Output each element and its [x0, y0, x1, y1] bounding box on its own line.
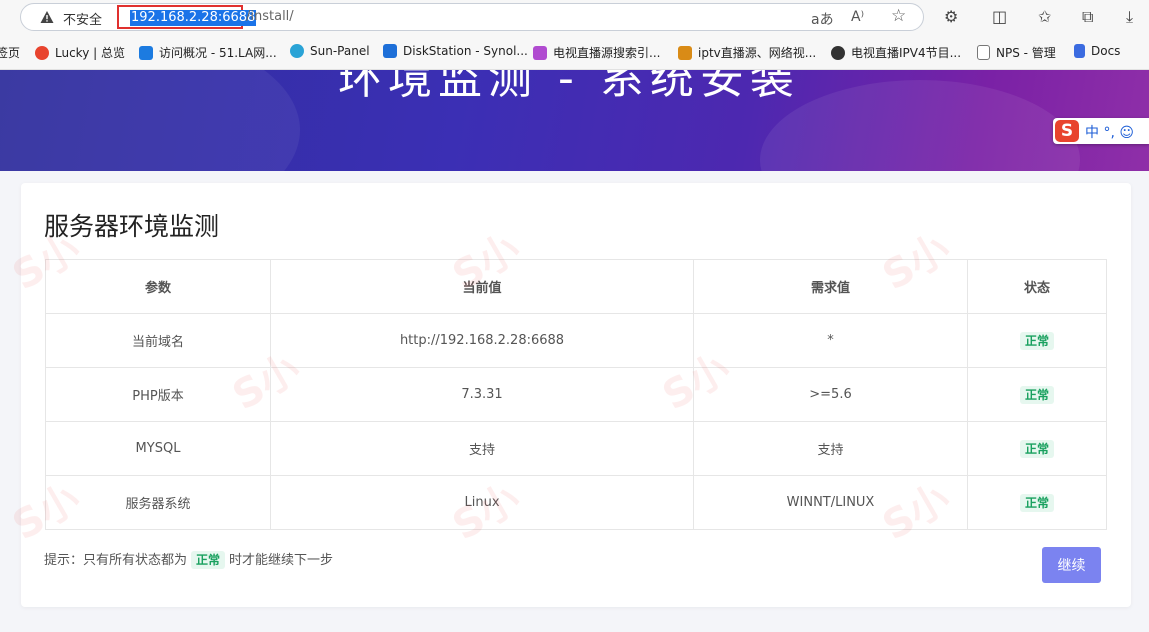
collections-icon[interactable]: ⧉: [1082, 7, 1093, 27]
bookmark-item[interactable]: Sun-Panel: [290, 44, 370, 62]
tv-search-icon: [533, 46, 547, 60]
table-row: MYSQL 支持 支持 正常: [45, 421, 1107, 476]
cell-current: 7.3.31: [270, 367, 694, 422]
status-badge: 正常: [191, 551, 226, 569]
bookmarks-bar: 签页 Lucky | 总览 访问概况 - 51.LA网... Sun-Panel…: [0, 36, 1149, 70]
table-row: 当前域名 http://192.168.2.28:6688 * 正常: [45, 313, 1107, 368]
ime-toolbar[interactable]: S 中 °, ☺: [1053, 118, 1149, 144]
bookmark-item[interactable]: 访问概况 - 51.LA网...: [139, 44, 277, 62]
table-row: 服务器系统 Linux WINNT/LINUX 正常: [45, 475, 1107, 530]
cell-status: 正常: [967, 313, 1107, 368]
table-row: PHP版本 7.3.31 >=5.6 正常: [45, 367, 1107, 422]
lucky-icon: [35, 46, 49, 60]
url-host-highlight: 192.168.2.28:6688: [117, 5, 257, 29]
col-header-required: 需求值: [693, 259, 968, 314]
hero-banner: 环境监测 - 系统安装 S 中 °, ☺: [0, 70, 1149, 171]
cell-status: 正常: [967, 367, 1107, 422]
sun-panel-icon: [290, 44, 304, 58]
iptv-icon: [678, 46, 692, 60]
cell-param: PHP版本: [45, 367, 271, 422]
hero-decoration: [0, 70, 300, 171]
panda-icon: [831, 46, 845, 60]
sogou-ime-icon[interactable]: S: [1055, 120, 1079, 142]
page-title: 服务器环境监测: [44, 212, 220, 241]
insecure-label[interactable]: 不安全: [63, 9, 102, 28]
bookmark-item[interactable]: 签页: [0, 44, 20, 62]
browser-address-strip: 不安全 192.168.2.28:6688 /install/ aあ A⁾ ☆ …: [0, 0, 1149, 36]
status-badge: 正常: [1019, 385, 1054, 404]
cell-param: MYSQL: [45, 421, 271, 476]
split-screen-icon[interactable]: ◫: [992, 7, 1007, 26]
col-header-status: 状态: [967, 259, 1107, 314]
cell-current: 支持: [270, 421, 694, 476]
bookmark-item[interactable]: Lucky | 总览: [35, 44, 125, 62]
col-header-param: 参数: [45, 259, 271, 314]
read-aloud-icon[interactable]: aあ: [811, 9, 834, 29]
cell-required: WINNT/LINUX: [693, 475, 968, 530]
env-table: 参数 当前值 需求值 状态 当前域名 http://192.168.2.28:6…: [45, 259, 1107, 530]
bookmark-item[interactable]: NPS - 管理: [977, 44, 1056, 62]
text-icon[interactable]: A⁾: [851, 9, 864, 25]
continue-button[interactable]: 继续: [1042, 547, 1101, 583]
favorites-icon[interactable]: ✩: [1038, 7, 1051, 26]
hero-decoration: [760, 80, 1080, 171]
tip-text: 提示：只有所有状态都为 正常 时才能继续下一步: [44, 551, 334, 569]
cell-required: 支持: [693, 421, 968, 476]
warning-icon[interactable]: [40, 10, 54, 24]
status-badge: 正常: [1019, 493, 1054, 512]
cell-status: 正常: [967, 475, 1107, 530]
bookmark-item[interactable]: Docs: [1074, 44, 1120, 62]
bookmark-item[interactable]: 电视直播源搜索引...: [533, 44, 660, 62]
cell-current: Linux: [270, 475, 694, 530]
download-icon[interactable]: ⤓: [1126, 7, 1133, 27]
status-badge: 正常: [1019, 439, 1054, 458]
url-host[interactable]: 192.168.2.28:6688: [130, 10, 257, 26]
51la-icon: [139, 46, 153, 60]
bookmark-item[interactable]: 电视直播IPV4节目...: [831, 44, 961, 62]
status-badge: 正常: [1019, 331, 1054, 350]
cell-required: >=5.6: [693, 367, 968, 422]
cell-required: *: [693, 313, 968, 368]
url-path[interactable]: /install/: [246, 9, 294, 24]
cell-param: 当前域名: [45, 313, 271, 368]
bookmark-item[interactable]: DiskStation - Synol...: [383, 44, 528, 62]
ime-status[interactable]: 中 °, ☺: [1085, 122, 1134, 142]
dsm-icon: [383, 44, 397, 58]
col-header-current: 当前值: [270, 259, 694, 314]
extensions-icon[interactable]: ⚙: [944, 7, 958, 26]
cell-status: 正常: [967, 421, 1107, 476]
favorite-star-icon[interactable]: ☆: [891, 6, 906, 26]
table-header-row: 参数 当前值 需求值 状态: [45, 259, 1107, 314]
cell-param: 服务器系统: [45, 475, 271, 530]
hero-title: 环境监测 - 系统安装: [338, 70, 800, 104]
docs-icon: [1074, 44, 1085, 58]
page-icon: [977, 45, 990, 60]
env-check-card: 服务器环境监测 参数 当前值 需求值 状态 当前域名 http://192.16…: [21, 183, 1131, 607]
address-bar[interactable]: 不安全 192.168.2.28:6688 /install/ aあ A⁾ ☆: [20, 3, 924, 31]
bookmark-item[interactable]: iptv直播源、网络视...: [678, 44, 816, 62]
cell-current: http://192.168.2.28:6688: [270, 313, 694, 368]
